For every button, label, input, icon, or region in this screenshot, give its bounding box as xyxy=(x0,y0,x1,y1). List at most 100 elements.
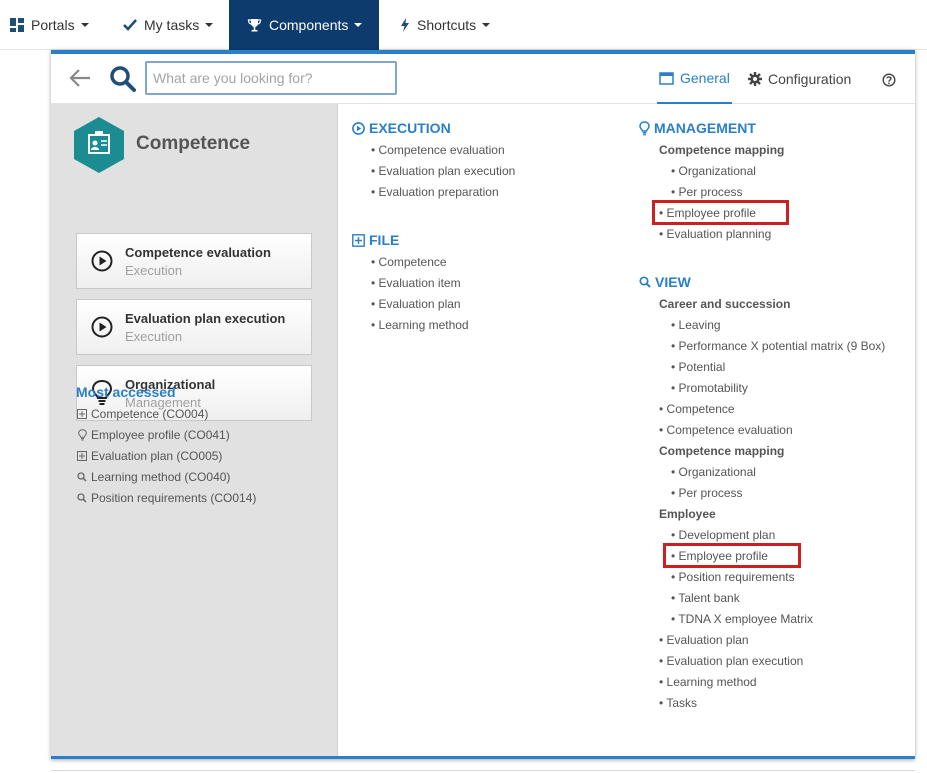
nav-shortcuts[interactable]: Shortcuts xyxy=(400,0,491,50)
file-item[interactable]: • Competence xyxy=(371,255,447,269)
caret-down-icon xyxy=(80,23,89,27)
section-file-title: FILE xyxy=(352,232,399,248)
help-icon[interactable] xyxy=(882,73,896,90)
view-item[interactable]: • Evaluation plan xyxy=(659,633,749,647)
lightbulb-icon xyxy=(639,120,650,136)
section-management-label: MANAGEMENT xyxy=(654,120,756,136)
card-subtitle: Execution xyxy=(125,263,183,278)
view-item[interactable]: • TDNA X employee Matrix xyxy=(671,612,813,626)
nav-portals-label: Portals xyxy=(31,17,75,33)
view-item[interactable]: • Learning method xyxy=(659,675,757,689)
highlight-box xyxy=(663,543,801,568)
component-sidebar: Competence Competence evaluation Executi… xyxy=(51,104,338,759)
most-accessed-item[interactable]: Employee profile (CO041) xyxy=(76,428,230,442)
section-management-title: MANAGEMENT xyxy=(639,120,756,136)
most-accessed-label: Learning method (CO040) xyxy=(91,470,231,484)
view-group: Career and succession xyxy=(659,297,791,311)
caret-down-icon xyxy=(205,23,214,27)
panel-header: General Configuration xyxy=(51,54,915,104)
window-icon xyxy=(659,71,674,85)
execution-item[interactable]: • Evaluation preparation xyxy=(371,185,499,199)
panel-bottom-bar xyxy=(51,756,915,759)
file-item[interactable]: • Evaluation item xyxy=(371,276,461,290)
play-circle-icon xyxy=(352,121,365,135)
most-accessed-item[interactable]: Evaluation plan (CO005) xyxy=(76,449,222,463)
management-item[interactable]: • Evaluation planning xyxy=(659,227,771,241)
component-title: Competence xyxy=(136,133,251,154)
view-group: Employee xyxy=(659,507,716,521)
section-file-label: FILE xyxy=(369,232,400,248)
most-accessed-label: Position requirements (CO014) xyxy=(91,491,257,505)
check-icon xyxy=(123,19,137,31)
file-item[interactable]: • Learning method xyxy=(371,318,469,332)
nav-components-label: Components xyxy=(269,17,349,33)
top-navbar: Portals My tasks Components Shortcuts xyxy=(0,0,927,50)
lightbulb-icon xyxy=(76,429,88,441)
view-item[interactable]: • Performance X potential matrix (9 Box) xyxy=(671,339,885,353)
most-accessed-title: Most accessed xyxy=(76,384,176,400)
view-item[interactable]: • Potential xyxy=(671,360,725,374)
play-circle-icon xyxy=(91,316,113,341)
section-execution-title: EXECUTION xyxy=(352,120,451,136)
components-panel: General Configuration Competence Compete… xyxy=(51,50,915,759)
search-icon xyxy=(76,493,88,503)
view-item[interactable]: • Competence xyxy=(659,402,735,416)
view-item[interactable]: • Organizational xyxy=(671,465,756,479)
card-title: Evaluation plan execution xyxy=(125,311,286,326)
divider xyxy=(51,770,915,771)
view-item[interactable]: • Leaving xyxy=(671,318,721,332)
card-evaluation-plan-execution[interactable]: Evaluation plan execution Execution xyxy=(76,299,312,355)
execution-item[interactable]: • Competence evaluation xyxy=(371,143,505,157)
competence-badge-icon xyxy=(73,116,125,177)
nav-my-tasks-label: My tasks xyxy=(144,17,200,33)
play-circle-icon xyxy=(91,250,113,275)
view-item[interactable]: • Competence evaluation xyxy=(659,423,793,437)
tab-configuration-label: Configuration xyxy=(768,71,852,87)
management-item[interactable]: • Per process xyxy=(671,185,743,199)
most-accessed-item[interactable]: Competence (CO004) xyxy=(76,407,208,421)
section-view-title: VIEW xyxy=(639,274,691,290)
most-accessed-label: Competence (CO004) xyxy=(91,407,209,421)
search-icon xyxy=(639,276,651,288)
plus-square-icon xyxy=(76,451,88,461)
nav-components[interactable]: Components xyxy=(229,0,379,50)
search-input[interactable] xyxy=(145,61,397,95)
view-item[interactable]: • Evaluation plan execution xyxy=(659,654,803,668)
view-item[interactable]: • Promotability xyxy=(671,381,748,395)
highlight-box xyxy=(652,200,789,225)
execution-item[interactable]: • Evaluation plan execution xyxy=(371,164,515,178)
gear-icon xyxy=(748,72,762,86)
nav-shortcuts-label: Shortcuts xyxy=(417,17,477,33)
card-competence-evaluation[interactable]: Competence evaluation Execution xyxy=(76,233,312,289)
card-title: Competence evaluation xyxy=(125,245,271,260)
nav-portals[interactable]: Portals xyxy=(10,0,89,50)
bolt-icon xyxy=(400,18,410,32)
trophy-icon xyxy=(247,18,262,32)
search-icon[interactable] xyxy=(109,65,137,96)
view-item[interactable]: • Tasks xyxy=(659,696,697,710)
most-accessed-item[interactable]: Learning method (CO040) xyxy=(76,470,230,484)
plus-square-icon xyxy=(352,233,365,247)
most-accessed-label: Evaluation plan (CO005) xyxy=(91,449,223,463)
file-item[interactable]: • Evaluation plan xyxy=(371,297,461,311)
nav-my-tasks[interactable]: My tasks xyxy=(123,0,214,50)
caret-down-icon xyxy=(354,23,363,27)
view-item[interactable]: • Talent bank xyxy=(671,591,740,605)
tab-general[interactable]: General xyxy=(657,54,732,104)
management-group: Competence mapping xyxy=(659,143,785,157)
grid-icon xyxy=(10,18,24,32)
most-accessed-item[interactable]: Position requirements (CO014) xyxy=(76,491,256,505)
view-item[interactable]: • Position requirements xyxy=(671,570,795,584)
section-execution-label: EXECUTION xyxy=(369,120,451,136)
back-arrow-icon[interactable] xyxy=(69,68,91,91)
search-icon xyxy=(76,472,88,482)
section-view-label: VIEW xyxy=(655,274,691,290)
view-item[interactable]: • Development plan xyxy=(671,528,775,542)
card-subtitle: Execution xyxy=(125,329,183,344)
most-accessed-label: Employee profile (CO041) xyxy=(91,428,230,442)
management-item[interactable]: • Organizational xyxy=(671,164,756,178)
view-item[interactable]: • Per process xyxy=(671,486,743,500)
view-group: Competence mapping xyxy=(659,444,785,458)
plus-square-icon xyxy=(76,409,88,419)
tab-configuration[interactable]: Configuration xyxy=(748,54,851,104)
